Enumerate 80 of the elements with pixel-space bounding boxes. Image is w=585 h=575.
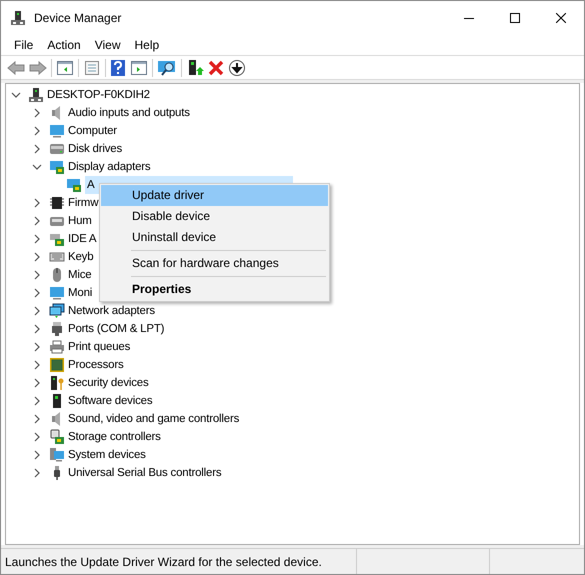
window-title: Device Manager [34,10,122,26]
menu-option[interactable]: Update driver [101,185,328,206]
port-plug-icon [49,321,65,337]
window-pane-icon[interactable] [130,60,148,76]
menu-option[interactable]: Uninstall device [101,227,328,248]
expand-chevron-icon[interactable] [32,306,42,316]
menu-option[interactable]: Scan for hardware changes [101,253,328,274]
close-icon [556,12,566,22]
disk-drive-icon [49,141,65,157]
tree-item[interactable]: Storage controllers [68,428,161,446]
tree-item[interactable]: Keyb [68,248,94,266]
expand-chevron-icon[interactable] [32,468,42,478]
tree-item[interactable]: Security devices [68,374,149,392]
properties-sheet-icon[interactable] [83,60,101,76]
display-card-icon [49,159,65,175]
window-pane-icon[interactable] [56,60,74,76]
monitor-icon [49,285,65,301]
tree-item[interactable]: Firmw [68,194,98,212]
expand-chevron-icon[interactable] [32,414,42,424]
controller-card-icon [49,231,65,247]
expand-chevron-icon[interactable] [32,450,42,460]
tree-item[interactable]: Audio inputs and outputs [68,104,190,122]
tree-item[interactable]: Print queues [68,338,130,356]
menu-item[interactable]: Help [128,36,166,54]
expand-chevron-icon[interactable] [32,270,42,280]
system-icon [49,447,65,463]
expand-chevron-icon[interactable] [32,360,42,370]
tree-item[interactable]: Network adapters [68,302,155,320]
help-icon[interactable] [110,58,126,76]
tree-item[interactable]: Sound, video and game controllers [68,410,240,428]
menu-item[interactable]: View [88,36,128,54]
menu-item[interactable]: File [7,36,40,54]
forward-arrow-icon[interactable] [29,60,47,74]
tree-item[interactable]: Software devices [68,392,152,410]
expand-chevron-icon[interactable] [32,378,42,388]
tree-item[interactable]: Moni [68,284,92,302]
collapse-chevron-icon[interactable] [11,90,21,100]
expand-chevron-icon[interactable] [32,396,42,406]
printer-icon [49,339,65,355]
menu-item[interactable]: Action [40,36,88,54]
menu-option[interactable]: Properties [101,279,328,300]
tree-item[interactable]: Universal Serial Bus controllers [68,464,222,482]
tree-item[interactable]: Ports (COM & LPT) [68,320,164,338]
maximize-icon [510,12,520,22]
expand-chevron-icon[interactable] [32,252,42,262]
chip-icon [49,195,65,211]
close-icon[interactable] [208,60,224,76]
processor-icon [49,357,65,373]
monitor-icon [49,123,65,139]
expand-chevron-icon[interactable] [32,108,42,118]
app-icon [10,10,26,26]
tower-key-icon [49,375,65,391]
tree-item[interactable]: Display adapters [68,158,150,176]
expand-chevron-icon[interactable] [32,144,42,154]
display-card-icon [66,177,82,193]
expand-chevron-icon[interactable] [32,234,42,244]
monitor-magnifier-icon[interactable] [157,60,177,76]
expand-chevron-icon[interactable] [32,216,42,226]
expand-chevron-icon[interactable] [32,198,42,208]
expand-chevron-icon[interactable] [32,288,42,298]
expand-chevron-icon[interactable] [32,324,42,334]
expand-chevron-icon[interactable] [32,432,42,442]
network-icon [49,303,65,319]
status-text: Launches the Update Driver Wizard for the selected device. [1,549,357,574]
tree-item[interactable]: Computer [68,122,117,140]
tree-item[interactable]: Disk drives [68,140,122,158]
tree-item[interactable]: IDE A [68,230,96,248]
expand-chevron-icon[interactable] [32,342,42,352]
storage-controller-icon [49,429,65,445]
tree-item[interactable]: Hum [68,212,92,230]
tree-item[interactable]: System devices [68,446,146,464]
tree-item[interactable]: Processors [68,356,124,374]
expand-chevron-icon[interactable] [32,126,42,136]
menu-option[interactable]: Disable device [101,206,328,227]
device-update-icon[interactable] [186,58,204,76]
back-arrow-icon[interactable] [7,60,25,74]
tree-item[interactable]: DESKTOP-F0KDIH2 [47,86,150,104]
computer-icon [28,87,44,103]
collapse-chevron-icon[interactable] [32,162,42,172]
tree-item[interactable]: Mice [68,266,92,284]
